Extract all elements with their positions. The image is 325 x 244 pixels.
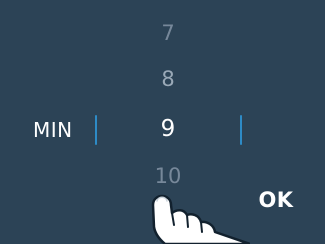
wheel-item[interactable]: 8	[120, 66, 216, 92]
touch-hand-icon	[151, 194, 250, 244]
timer-screen: MIN 7 8 9 10 11 OK	[0, 0, 325, 244]
wheel-item-selected[interactable]: 9	[120, 116, 216, 142]
ok-button[interactable]: OK	[250, 183, 302, 217]
selection-divider-right	[240, 115, 242, 145]
selection-divider-left	[95, 115, 97, 145]
wheel-item[interactable]: 7	[120, 20, 216, 46]
unit-label: MIN	[33, 118, 73, 142]
